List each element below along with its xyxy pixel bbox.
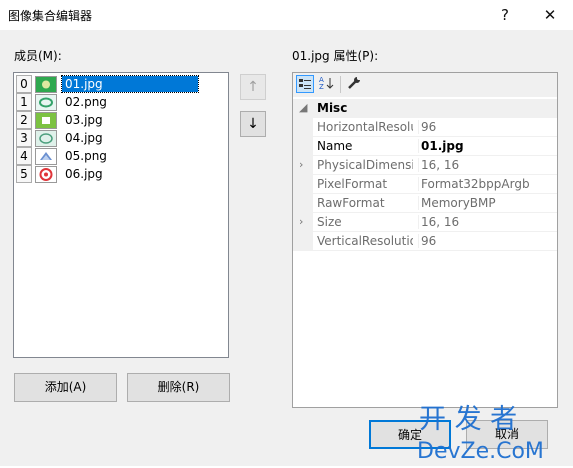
property-row[interactable]: VerticalResolution 96 [293, 232, 557, 251]
property-row[interactable]: RawFormat MemoryBMP [293, 194, 557, 213]
property-row[interactable]: Name 01.jpg [293, 137, 557, 156]
property-row[interactable]: › Size 16, 16 [293, 213, 557, 232]
item-name: 03.jpg [65, 113, 103, 127]
svg-text:开 发 者: 开 发 者 [419, 404, 517, 435]
item-index: 5 [16, 165, 32, 183]
members-label: 成员(M): [14, 49, 62, 63]
list-item[interactable]: 3 04.jpg [16, 129, 228, 147]
item-name: 05.png [65, 149, 107, 163]
members-listbox[interactable]: 0 01.jpg 1 02.png 2 03.jpg 3 04.jpg 4 05… [13, 72, 229, 358]
item-index: 1 [16, 93, 32, 111]
move-up-button[interactable]: ↑ [240, 74, 266, 100]
toolbar-separator [340, 76, 341, 93]
property-value: MemoryBMP [418, 196, 556, 210]
svg-text:DevZe.CoM: DevZe.CoM [417, 439, 544, 464]
item-name: 06.jpg [65, 167, 103, 181]
property-value: Format32bppArgb [418, 177, 556, 191]
item-name: 01.jpg [61, 75, 199, 93]
list-item[interactable]: 5 06.jpg [16, 165, 228, 183]
property-name: PixelFormat [317, 177, 388, 191]
expand-chevron-icon[interactable]: › [299, 215, 303, 228]
property-value: 16, 16 [418, 215, 556, 229]
add-button[interactable]: 添加(A) [14, 373, 117, 402]
item-name: 04.jpg [65, 131, 103, 145]
list-item[interactable]: 1 02.png [16, 93, 228, 111]
image-thumbnail-icon [35, 166, 57, 183]
property-name: Size [317, 215, 342, 229]
property-grid-body: ◢ Misc HorizontalResolution 96 Name 01.j… [293, 97, 557, 407]
collapse-icon[interactable]: ◢ [299, 101, 307, 114]
site-watermark: 开 发 者 DevZe.CoM [415, 398, 573, 465]
move-down-button[interactable]: ↓ [240, 111, 266, 137]
property-grid[interactable]: AZ ◢ Misc HorizontalResolution 96 Name 0… [292, 72, 558, 408]
item-index: 3 [16, 129, 32, 147]
image-thumbnail-icon [35, 94, 57, 111]
property-name: VerticalResolution [317, 234, 413, 248]
categorized-view-icon[interactable] [296, 75, 314, 93]
properties-label: 01.jpg 属性(P): [292, 49, 379, 63]
close-button[interactable]: ✕ [530, 0, 570, 30]
image-thumbnail-icon [35, 148, 57, 165]
title-bar: 图像集合编辑器 ? ✕ [0, 0, 573, 30]
help-button[interactable]: ? [485, 0, 525, 30]
list-item[interactable]: 0 01.jpg [16, 75, 228, 93]
item-index: 4 [16, 147, 32, 165]
item-index: 2 [16, 111, 32, 129]
list-item[interactable]: 2 03.jpg [16, 111, 228, 129]
image-thumbnail-icon [35, 76, 57, 93]
expand-chevron-icon[interactable]: › [299, 158, 303, 171]
property-name: PhysicalDimension [317, 158, 413, 172]
item-index: 0 [16, 75, 32, 93]
alphabetical-sort-icon[interactable]: AZ [318, 75, 336, 93]
item-name: 02.png [65, 95, 107, 109]
svg-text:Z: Z [319, 83, 324, 91]
image-thumbnail-icon [35, 130, 57, 147]
property-value[interactable]: 01.jpg [418, 139, 556, 153]
property-name: RawFormat [317, 196, 385, 210]
property-row[interactable]: › PhysicalDimension 16, 16 [293, 156, 557, 175]
category-name: Misc [317, 101, 348, 115]
remove-button[interactable]: 删除(R) [127, 373, 230, 402]
property-value: 16, 16 [418, 158, 556, 172]
property-row[interactable]: PixelFormat Format32bppArgb [293, 175, 557, 194]
list-item[interactable]: 4 05.png [16, 147, 228, 165]
property-row[interactable]: HorizontalResolution 96 [293, 118, 557, 137]
wrench-icon[interactable] [346, 75, 364, 93]
property-name: Name [317, 139, 353, 153]
image-thumbnail-icon [35, 112, 57, 129]
property-name: HorizontalResolution [317, 120, 413, 134]
property-value: 96 [418, 234, 556, 248]
category-header[interactable]: ◢ Misc [293, 99, 557, 118]
property-value: 96 [418, 120, 556, 134]
property-grid-toolbar: AZ [293, 73, 557, 97]
window-title: 图像集合编辑器 [8, 9, 93, 23]
